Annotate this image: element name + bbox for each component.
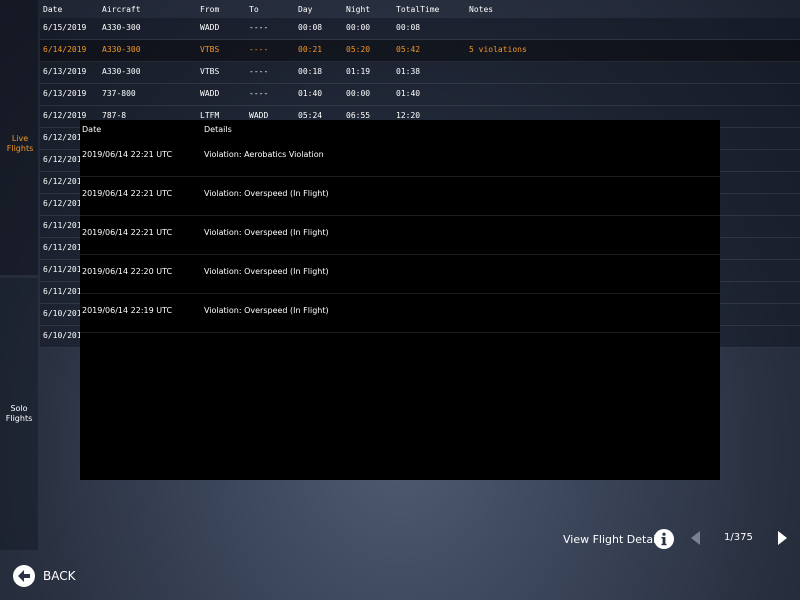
cell-day: 05:24 <box>298 111 323 120</box>
table-row[interactable]: 6/13/2019 737-800 WADD ---- 01:40 00:00 01:40 <box>40 84 800 106</box>
violation-row: 2019/06/14 22:20 UTC Violation: Overspeed… <box>80 255 720 294</box>
cell-night: 05:20 <box>346 45 371 54</box>
cell-date: 6/12/201 <box>43 133 82 142</box>
cell-date: 6/12/201 <box>43 199 82 208</box>
cell-date: 6/12/201 <box>43 177 82 186</box>
violation-date: 2019/06/14 22:21 UTC <box>82 150 173 159</box>
column-header-day[interactable]: Day <box>298 5 312 14</box>
sidebar-label-solo-flights[interactable]: Solo Flights <box>0 404 38 424</box>
cell-total-time: 05:42 <box>396 45 421 54</box>
cell-night: 06:55 <box>346 111 371 120</box>
popup-column-header-details: Details <box>204 125 232 134</box>
cell-aircraft: A330-300 <box>102 45 141 54</box>
cell-day: 00:21 <box>298 45 323 54</box>
cell-total-time: 01:38 <box>396 67 421 76</box>
violations-popup: Date Details 2019/06/14 22:21 UTC Violati… <box>80 120 720 480</box>
cell-night: 00:00 <box>346 89 371 98</box>
cell-date: 6/11/201 <box>43 221 82 230</box>
cell-date: 6/12/201 <box>43 155 82 164</box>
violation-row: 2019/06/14 22:21 UTC Violation: Overspeed… <box>80 177 720 216</box>
cell-date: 6/13/2019 <box>43 89 87 98</box>
violation-date: 2019/06/14 22:20 UTC <box>82 267 173 276</box>
sidebar: Live Flights Solo Flights <box>0 0 38 550</box>
table-row[interactable]: 6/15/2019 A330-300 WADD ---- 00:08 00:00 00:08 <box>40 18 800 40</box>
cell-date: 6/11/201 <box>43 265 82 274</box>
cell-to: WADD <box>249 111 269 120</box>
column-header-date[interactable]: Date <box>43 5 62 14</box>
violation-date: 2019/06/14 22:19 UTC <box>82 306 173 315</box>
violation-details: Violation: Aerobatics Violation <box>204 150 324 159</box>
cell-date: 6/11/201 <box>43 243 82 252</box>
cell-from: VTBS <box>200 67 220 76</box>
chevron-right-icon[interactable] <box>777 531 787 545</box>
column-header-aircraft[interactable]: Aircraft <box>102 5 141 14</box>
violation-details: Violation: Overspeed (In Flight) <box>204 306 329 315</box>
back-button[interactable]: BACK <box>43 569 75 583</box>
cell-to: ---- <box>249 45 269 54</box>
arrow-left-circle-icon[interactable] <box>13 565 35 587</box>
info-icon[interactable] <box>654 529 674 549</box>
cell-aircraft: A330-300 <box>102 23 141 32</box>
column-header-to[interactable]: To <box>249 5 259 14</box>
violation-row: 2019/06/14 22:21 UTC Violation: Overspeed… <box>80 216 720 255</box>
cell-date: 6/10/201 <box>43 309 82 318</box>
cell-aircraft: 737-800 <box>102 89 136 98</box>
table-row[interactable]: 6/13/2019 A330-300 VTBS ---- 00:18 01:19 01:38 <box>40 62 800 84</box>
violation-details: Violation: Overspeed (In Flight) <box>204 228 329 237</box>
cell-date: 6/13/2019 <box>43 67 87 76</box>
cell-night: 01:19 <box>346 67 371 76</box>
violation-details: Violation: Overspeed (In Flight) <box>204 267 329 276</box>
page-indicator: 1/375 <box>724 532 753 543</box>
sidebar-label-live-flights[interactable]: Live Flights <box>0 134 40 154</box>
cell-date: 6/11/201 <box>43 287 82 296</box>
violation-date: 2019/06/14 22:21 UTC <box>82 228 173 237</box>
violation-row: 2019/06/14 22:19 UTC Violation: Overspeed… <box>80 294 720 333</box>
cell-date: 6/10/201 <box>43 331 82 340</box>
cell-notes: 5 violations <box>469 45 527 54</box>
cell-aircraft: A330-300 <box>102 67 141 76</box>
violation-date: 2019/06/14 22:21 UTC <box>82 189 173 198</box>
cell-from: LTFM <box>200 111 220 120</box>
cell-from: VTBS <box>200 45 220 54</box>
cell-total-time: 12:20 <box>396 111 421 120</box>
violation-details: Violation: Overspeed (In Flight) <box>204 189 329 198</box>
cell-day: 00:18 <box>298 67 323 76</box>
popup-header-row: Date Details <box>80 120 720 138</box>
chevron-left-icon[interactable] <box>691 531 701 545</box>
cell-total-time: 00:08 <box>396 23 421 32</box>
column-header-night[interactable]: Night <box>346 5 370 14</box>
cell-date: 6/15/2019 <box>43 23 87 32</box>
cell-day: 00:08 <box>298 23 323 32</box>
cell-to: ---- <box>249 89 269 98</box>
logbook-header-row: Date Aircraft From To Day Night TotalTim… <box>40 0 800 18</box>
cell-aircraft: 787-8 <box>102 111 127 120</box>
cell-night: 00:00 <box>346 23 371 32</box>
cell-date: 6/12/2019 <box>43 111 87 120</box>
violation-row: 2019/06/14 22:21 UTC Violation: Aerobatic… <box>80 138 720 177</box>
cell-day: 01:40 <box>298 89 323 98</box>
table-row[interactable]: 6/14/2019 A330-300 VTBS ---- 00:21 05:20 05:42… <box>40 40 800 62</box>
popup-rows: 2019/06/14 22:21 UTC Violation: Aerobatic… <box>80 138 720 333</box>
cell-total-time: 01:40 <box>396 89 421 98</box>
cell-date: 6/14/2019 <box>43 45 87 54</box>
column-header-notes[interactable]: Notes <box>469 5 493 14</box>
cell-to: ---- <box>249 67 269 76</box>
cell-from: WADD <box>200 23 220 32</box>
column-header-from[interactable]: From <box>200 5 219 14</box>
cell-to: ---- <box>249 23 269 32</box>
column-header-total-time[interactable]: TotalTime <box>396 5 439 14</box>
cell-from: WADD <box>200 89 220 98</box>
popup-column-header-date: Date <box>82 125 102 134</box>
view-flight-details-button[interactable]: View Flight Details <box>563 533 665 546</box>
